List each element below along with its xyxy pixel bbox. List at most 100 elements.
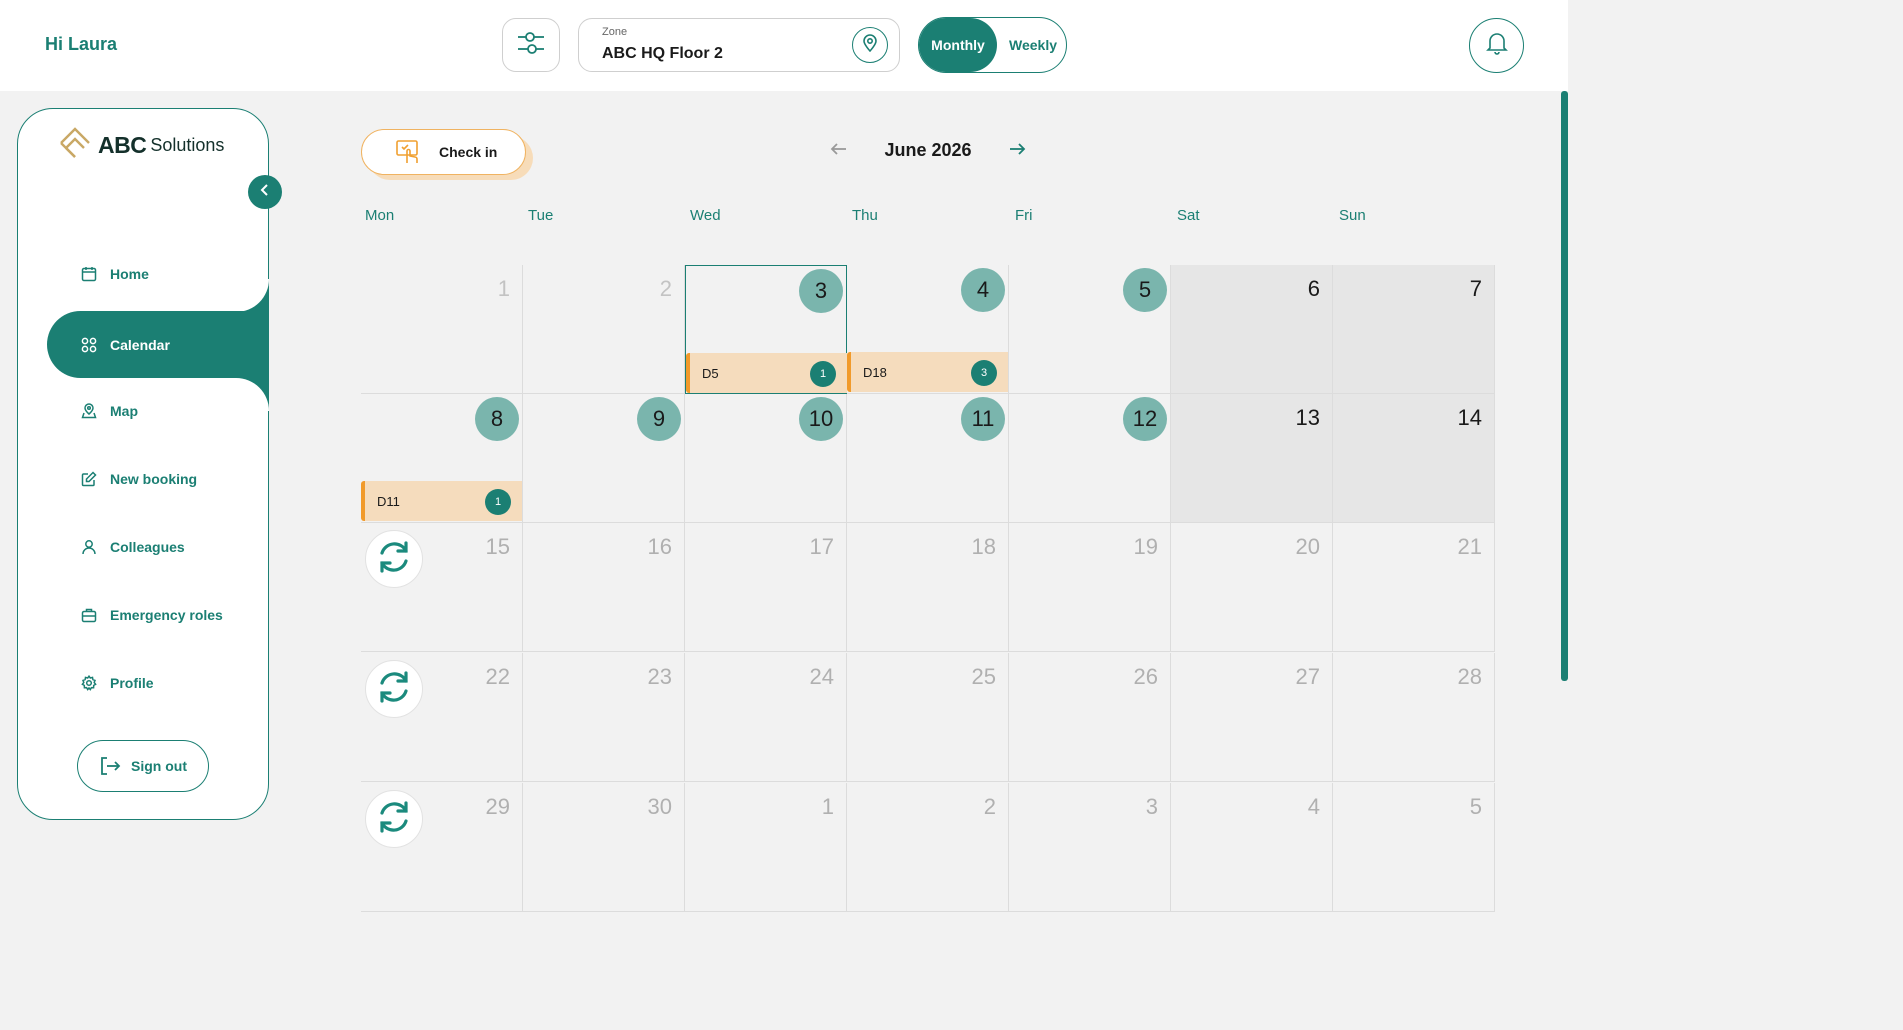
day-number: 19: [1133, 534, 1158, 559]
zone-value: ABC HQ Floor 2: [602, 45, 723, 62]
sidebar-item-label: Profile: [110, 675, 154, 691]
calendar-day[interactable]: 20: [1171, 523, 1333, 652]
weekday-header: Thu: [852, 207, 878, 224]
calendar-day[interactable]: 22: [361, 653, 523, 782]
sidebar-item-profile[interactable]: Profile: [47, 658, 269, 708]
calendar-day[interactable]: 10: [685, 394, 847, 523]
calendar-day[interactable]: 5: [1009, 265, 1171, 394]
day-number: 4: [1307, 794, 1320, 819]
sidebar-item-new-booking[interactable]: New booking: [47, 454, 269, 504]
sliders-icon: [516, 29, 546, 62]
weekday-header: Mon: [365, 207, 395, 224]
calendar-day[interactable]: 21: [1333, 523, 1495, 652]
sidebar-item-emergency-roles[interactable]: Emergency roles: [47, 590, 269, 640]
chevron-left-icon: [259, 183, 271, 202]
calendar-day[interactable]: 18: [847, 523, 1009, 652]
calendar-day[interactable]: 25: [847, 653, 1009, 782]
scrollbar[interactable]: [1561, 91, 1568, 681]
calendar-day[interactable]: 4 D18 3: [847, 265, 1009, 394]
calendar-day[interactable]: 28: [1333, 653, 1495, 782]
calendar-day[interactable]: 30: [523, 783, 685, 912]
sidebar-item-calendar[interactable]: Calendar: [47, 311, 269, 378]
day-number: 26: [1133, 664, 1158, 689]
calendar-day[interactable]: 5: [1333, 783, 1495, 912]
calendar-day[interactable]: 1: [361, 265, 523, 394]
calendar-day[interactable]: 17: [685, 523, 847, 652]
day-number: 25: [971, 664, 996, 689]
day-number: 29: [485, 794, 510, 819]
calendar-day[interactable]: 13: [1171, 394, 1333, 523]
view-weekly-button[interactable]: Weekly: [999, 18, 1067, 72]
calendar-day[interactable]: 2: [847, 783, 1009, 912]
calendar-day-today[interactable]: 3 D5 1: [685, 265, 847, 394]
day-number: 5: [1123, 268, 1167, 312]
notifications-button[interactable]: [1469, 18, 1524, 73]
location-pin-icon: [862, 33, 878, 57]
calendar-day[interactable]: 29: [361, 783, 523, 912]
sidebar-item-label: Map: [110, 403, 138, 419]
day-number: 18: [971, 534, 996, 559]
day-number: 1: [821, 794, 834, 819]
calendar-day[interactable]: 19: [1009, 523, 1171, 652]
zone-selector[interactable]: Zone ABC HQ Floor 2: [578, 18, 900, 72]
view-monthly-button[interactable]: Monthly: [919, 18, 997, 72]
booking-count-badge: 1: [810, 361, 836, 387]
calendar-day[interactable]: 16: [523, 523, 685, 652]
greeting: Hi Laura: [45, 34, 118, 54]
day-number: 14: [1457, 405, 1482, 430]
day-number: 9: [637, 397, 681, 441]
day-number: 2: [983, 794, 996, 819]
day-number: 15: [485, 534, 510, 559]
check-in-label: Check in: [439, 144, 498, 160]
calendar-day[interactable]: 7: [1333, 265, 1495, 394]
day-number: 5: [1469, 794, 1482, 819]
booking-chip[interactable]: D11 1: [361, 481, 522, 521]
sidebar-item-label: Calendar: [110, 336, 170, 353]
logo: ABC Solutions: [58, 126, 224, 163]
calendar-day[interactable]: 26: [1009, 653, 1171, 782]
weekday-header: Fri: [1015, 207, 1033, 224]
day-number: 21: [1457, 534, 1482, 559]
prev-month-button[interactable]: [828, 140, 850, 162]
calendar-day[interactable]: 3: [1009, 783, 1171, 912]
day-number: 30: [647, 794, 672, 819]
repeat-booking-button[interactable]: [365, 660, 423, 718]
sidebar-item-home[interactable]: Home: [47, 249, 269, 299]
repeat-booking-button[interactable]: [365, 530, 423, 588]
repeat-booking-button[interactable]: [365, 790, 423, 848]
calendar-day[interactable]: 8 D11 1: [361, 394, 523, 523]
calendar-day[interactable]: 2: [523, 265, 685, 394]
filter-button[interactable]: [502, 18, 560, 72]
calendar-day[interactable]: 27: [1171, 653, 1333, 782]
day-number: 3: [799, 269, 843, 313]
day-number: 1: [497, 276, 510, 301]
booking-chip[interactable]: D5 1: [686, 353, 847, 393]
sidebar-item-map[interactable]: Map: [47, 386, 269, 436]
logo-text-bold: ABC: [98, 131, 147, 158]
calendar-day[interactable]: 6: [1171, 265, 1333, 394]
calendar-day[interactable]: 12: [1009, 394, 1171, 523]
gear-icon: [80, 674, 98, 692]
calendar-day[interactable]: 9: [523, 394, 685, 523]
calendar-day[interactable]: 4: [1171, 783, 1333, 912]
calendar-day[interactable]: 14: [1333, 394, 1495, 523]
top-header: Hi Laura Zone ABC HQ Floor 2 Monthly Wee…: [0, 0, 1568, 91]
calendar-day[interactable]: 1: [685, 783, 847, 912]
location-pin-button[interactable]: [852, 27, 888, 63]
weekday-header: Wed: [690, 207, 721, 224]
calendar-day[interactable]: 23: [523, 653, 685, 782]
sidebar-item-colleagues[interactable]: Colleagues: [47, 522, 269, 572]
refresh-icon: [374, 667, 414, 712]
day-number: 24: [809, 664, 834, 689]
booking-count-badge: 3: [971, 360, 997, 386]
check-in-button[interactable]: Check in: [361, 129, 526, 175]
sign-out-button[interactable]: Sign out: [77, 740, 209, 792]
weekday-header: Sun: [1339, 207, 1366, 224]
booking-desk-label: D5: [702, 365, 719, 381]
collapse-sidebar-button[interactable]: [248, 175, 282, 209]
calendar-day[interactable]: 11: [847, 394, 1009, 523]
calendar-day[interactable]: 15: [361, 523, 523, 652]
next-month-button[interactable]: [1006, 140, 1028, 162]
booking-chip[interactable]: D18 3: [847, 352, 1008, 392]
calendar-day[interactable]: 24: [685, 653, 847, 782]
